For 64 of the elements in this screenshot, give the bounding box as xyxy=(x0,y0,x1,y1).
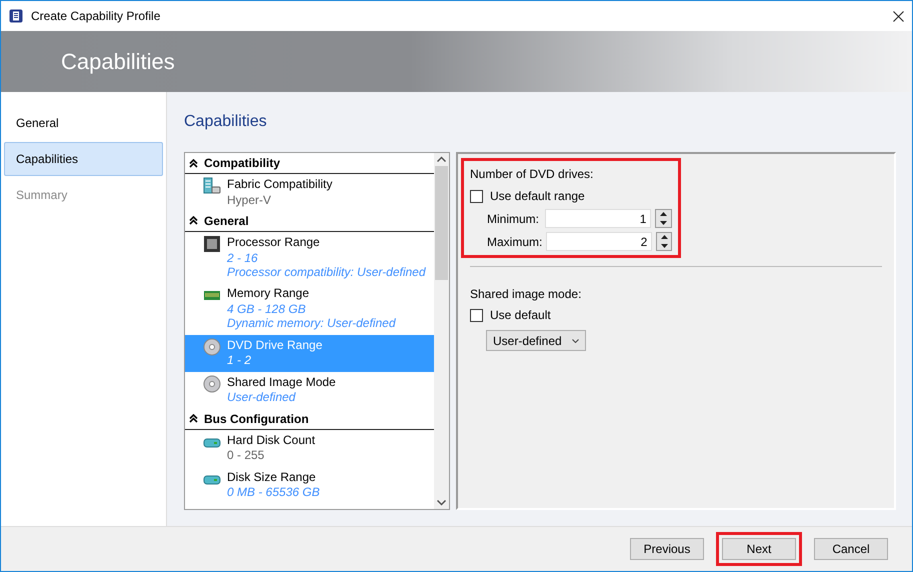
window-title: Create Capability Profile xyxy=(31,8,160,25)
group-label: Bus Configuration xyxy=(204,410,309,428)
disc-icon xyxy=(203,374,221,393)
group-label: Compatibility xyxy=(204,155,280,172)
collapse-icon[interactable] xyxy=(189,216,198,226)
page-title: Capabilities xyxy=(184,112,268,132)
item-detail: 0 - 255 xyxy=(227,448,266,463)
close-icon[interactable] xyxy=(893,10,904,22)
spin-down-icon[interactable] xyxy=(660,220,668,225)
group-header[interactable]: Bus Configuration xyxy=(185,408,434,430)
checkbox[interactable] xyxy=(470,308,483,322)
group-label: General xyxy=(204,212,249,230)
dropdown[interactable]: User-defined xyxy=(486,330,586,351)
list-item[interactable]: Memory Range 4 GB - 128 GB Dynamic memory: User-defined xyxy=(185,283,434,335)
dialog-button[interactable]: Next xyxy=(722,538,796,560)
field-label: Maximum: xyxy=(487,234,542,250)
checkbox-label: Use default xyxy=(490,307,551,324)
item-detail: 1 - 2 xyxy=(227,353,252,368)
item-detail: Hyper-V xyxy=(227,192,272,207)
item-detail: Processor compatibility: User-defined xyxy=(227,264,426,280)
dialog-button[interactable]: Cancel xyxy=(814,538,888,560)
checkbox-label: Use default range xyxy=(490,188,585,205)
item-detail: Dynamic memory: User-defined xyxy=(227,316,396,331)
item-detail: 4 GB - 128 GB xyxy=(227,302,307,316)
collapse-icon[interactable] xyxy=(189,414,198,424)
item-label: Fabric Compatibility xyxy=(227,177,332,193)
collapse-icon[interactable] xyxy=(189,158,198,168)
chevron-down-icon xyxy=(572,338,579,342)
item-label: Shared Image Mode xyxy=(227,374,336,390)
checkbox[interactable] xyxy=(470,190,483,202)
section-label: Shared image mode: xyxy=(470,286,582,303)
number-field[interactable]: 2 xyxy=(546,232,652,251)
list-item[interactable]: Processor Range 2 - 16 Processor compatibility: User-defined xyxy=(185,232,434,284)
list-item[interactable]: Hard Disk Count 0 - 255 xyxy=(185,430,434,467)
item-detail: User-defined xyxy=(227,390,297,405)
scroll-down-icon[interactable] xyxy=(437,500,446,506)
disc-icon xyxy=(203,338,221,356)
scroll-up-icon[interactable] xyxy=(437,156,446,162)
server-icon xyxy=(203,177,221,195)
scrollbar[interactable] xyxy=(434,153,449,509)
nav-item[interactable]: General xyxy=(4,106,163,140)
spin-down-icon[interactable] xyxy=(660,244,668,248)
nav-item[interactable]: Capabilities xyxy=(4,142,163,176)
item-detail: 0 MB - 65536 GB xyxy=(227,485,320,500)
field-label: Minimum: xyxy=(487,210,540,228)
item-label: Memory Range xyxy=(227,286,310,302)
group-header[interactable]: General xyxy=(185,210,434,232)
list-item[interactable]: Disk Size Range 0 MB - 65536 GB xyxy=(185,466,434,504)
number-field[interactable]: 1 xyxy=(545,209,652,228)
header-title: Capabilities xyxy=(61,48,175,76)
spin-up-icon[interactable] xyxy=(660,212,668,216)
app-icon xyxy=(9,9,23,23)
item-label: Disk Size Range xyxy=(227,470,317,486)
chip-icon xyxy=(203,234,221,253)
section-label: Number of DVD drives: xyxy=(470,166,594,183)
group-header[interactable]: Compatibility xyxy=(185,153,434,174)
item-label: Processor Range xyxy=(227,234,321,251)
list-item[interactable]: Fabric Compatibility Hyper-V xyxy=(185,174,434,211)
item-label: DVD Drive Range xyxy=(227,338,322,354)
item-detail: 2 - 16 xyxy=(227,250,259,265)
item-label: Hard Disk Count xyxy=(227,432,316,448)
dialog-button[interactable]: Previous xyxy=(630,538,704,560)
list-item[interactable]: Shared Image Mode User-defined xyxy=(185,372,434,409)
spin-up-icon[interactable] xyxy=(660,235,668,240)
